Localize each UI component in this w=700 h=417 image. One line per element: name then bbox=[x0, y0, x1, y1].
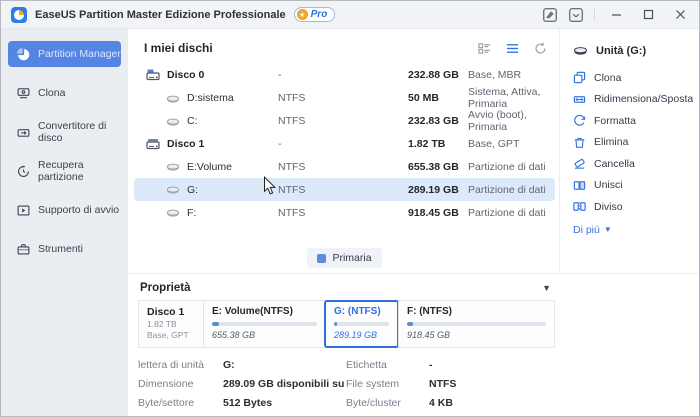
disk-map-partition-f[interactable]: F: (NTFS) 918.45 GB bbox=[398, 301, 554, 347]
disk-map-partition-e[interactable]: E: Volume(NTFS) 655.38 GB bbox=[203, 301, 325, 347]
card-view-icon[interactable] bbox=[478, 42, 491, 55]
sidebar-item-convertitore-di-disco[interactable]: Convertitore di disco bbox=[8, 119, 121, 145]
partition-icon bbox=[166, 95, 180, 103]
pie-chart-icon bbox=[17, 47, 30, 60]
maximize-button[interactable] bbox=[637, 6, 659, 24]
partition-icon bbox=[166, 209, 180, 217]
action-cancella[interactable]: Cancella bbox=[573, 153, 699, 175]
primary-color-swatch bbox=[317, 253, 327, 263]
table-row-disco-1[interactable]: Disco 1 - 1.82 TB Base, GPT bbox=[134, 132, 555, 155]
partition-icon bbox=[166, 118, 180, 126]
detail-value: 512 Bytes bbox=[223, 397, 273, 409]
refresh-icon[interactable] bbox=[534, 42, 547, 55]
sidebar-item-recupera-partizione[interactable]: Recupera partizione bbox=[8, 158, 121, 184]
title-bar: EaseUS Partition Master Edizione Profess… bbox=[1, 1, 699, 29]
detail-label: Byte/settore bbox=[138, 397, 195, 409]
feedback-note-icon[interactable] bbox=[542, 7, 558, 23]
detail-value: 4 KB bbox=[429, 397, 453, 409]
chevron-down-icon: ▼ bbox=[603, 225, 612, 234]
selected-drive-title: Unità (G:) bbox=[573, 44, 699, 57]
properties-title: Proprietà bbox=[140, 282, 191, 294]
action-diviso[interactable]: Diviso bbox=[573, 196, 699, 218]
action-unisci[interactable]: Unisci bbox=[573, 175, 699, 197]
table-row-d-sistema[interactable]: D:sistema NTFS 50 MB Sistema, Attiva, Pr… bbox=[134, 86, 555, 110]
detail-value: G: bbox=[223, 359, 235, 371]
detail-value: 289.09 GB disponibili su 2... bbox=[223, 378, 346, 390]
sidebar-item-strumenti[interactable]: Strumenti bbox=[8, 236, 121, 262]
table-row-e-volume[interactable]: E:Volume NTFS 655.38 GB Partizione di da… bbox=[134, 155, 555, 178]
page-title: I miei dischi bbox=[144, 41, 213, 55]
disk-list-panel: I miei dischi Disco 0 - 232.88 GB Base, … bbox=[128, 29, 561, 273]
properties-details: lettera di unità G: Etichetta - Dimensio… bbox=[138, 359, 699, 409]
toolbox-icon bbox=[17, 243, 30, 255]
list-view-icon[interactable] bbox=[506, 42, 519, 55]
titlebar-divider bbox=[594, 8, 595, 21]
disk-map: Disco 1 1.82 TB Base, GPT E: Volume(NTFS… bbox=[138, 300, 555, 348]
legend-primaria: Primaria bbox=[307, 248, 382, 268]
copy-icon bbox=[573, 72, 586, 84]
sidebar-item-clona[interactable]: Clona bbox=[8, 80, 121, 106]
easeus-partition-master-window: EaseUS Partition Master Edizione Profess… bbox=[0, 0, 700, 417]
disk-converter-icon bbox=[17, 128, 30, 137]
sidebar-item-supporto-di-avvio[interactable]: Supporto di avvio bbox=[8, 197, 121, 223]
partition-recovery-icon bbox=[18, 164, 29, 177]
action-clona[interactable]: Clona bbox=[573, 67, 699, 89]
action-ridimensiona-sposta[interactable]: Ridimensiona/Sposta bbox=[573, 89, 699, 111]
main-content: I miei dischi Disco 0 - 232.88 GB Base, … bbox=[128, 29, 699, 416]
partition-icon bbox=[166, 186, 180, 194]
more-actions-link[interactable]: Di più ▼ bbox=[573, 224, 699, 236]
detail-label: Byte/cluster bbox=[346, 397, 401, 409]
detail-label: Etichetta bbox=[346, 359, 387, 371]
clone-disk-icon bbox=[17, 87, 30, 98]
table-row-disco-0[interactable]: Disco 0 - 232.88 GB Base, MBR bbox=[134, 63, 555, 86]
detail-value: NTFS bbox=[429, 378, 457, 390]
table-row-c[interactable]: C: NTFS 232.83 GB Avvio (boot), Primaria bbox=[134, 109, 555, 133]
partition-icon bbox=[166, 163, 180, 171]
properties-panel: Proprietà ▼ Disco 1 1.82 TB Base, GPT E:… bbox=[128, 273, 699, 416]
detail-label: Dimensione bbox=[138, 378, 194, 390]
detail-label: lettera di unità bbox=[138, 359, 204, 371]
disk-map-disk-info: Disco 1 1.82 TB Base, GPT bbox=[147, 306, 189, 340]
app-logo-icon bbox=[11, 6, 27, 23]
resize-move-icon bbox=[573, 95, 586, 103]
close-button[interactable] bbox=[669, 6, 691, 24]
merge-icon bbox=[573, 180, 586, 190]
eraser-icon bbox=[574, 159, 585, 169]
disk-table: Disco 0 - 232.88 GB Base, MBR D:sistema … bbox=[128, 61, 561, 224]
drive-icon bbox=[574, 47, 587, 55]
pro-badge: ★ Pro bbox=[293, 7, 336, 22]
split-icon bbox=[573, 202, 586, 212]
hard-disk-icon bbox=[146, 139, 160, 150]
format-icon bbox=[574, 115, 586, 126]
disk-map-partition-g-selected[interactable]: G: (NTFS) 289.19 GB bbox=[324, 300, 399, 348]
menu-dropdown-icon[interactable] bbox=[568, 7, 584, 23]
detail-value: - bbox=[429, 359, 433, 371]
actions-panel: Unità (G:) Clona Ridimensiona/Sposta For… bbox=[559, 29, 699, 273]
action-elimina[interactable]: Elimina bbox=[573, 132, 699, 154]
hard-disk-icon bbox=[146, 69, 160, 81]
collapse-chevron-icon[interactable]: ▼ bbox=[542, 283, 551, 293]
sidebar-item-partition-manager[interactable]: Partition Manager bbox=[8, 41, 121, 67]
minimize-button[interactable] bbox=[605, 6, 627, 24]
boot-media-icon bbox=[17, 204, 30, 216]
table-row-g-selected[interactable]: G: NTFS 289.19 GB Partizione di dati bbox=[134, 178, 555, 201]
window-title: EaseUS Partition Master Edizione Profess… bbox=[35, 8, 286, 21]
action-formatta[interactable]: Formatta bbox=[573, 110, 699, 132]
trash-icon bbox=[574, 137, 585, 148]
sidebar: Partition Manager Clona Convertitore di … bbox=[1, 29, 128, 416]
table-row-f[interactable]: F: NTFS 918.45 GB Partizione di dati bbox=[134, 201, 555, 224]
detail-label: File system bbox=[346, 378, 400, 390]
star-icon: ★ bbox=[296, 9, 308, 20]
